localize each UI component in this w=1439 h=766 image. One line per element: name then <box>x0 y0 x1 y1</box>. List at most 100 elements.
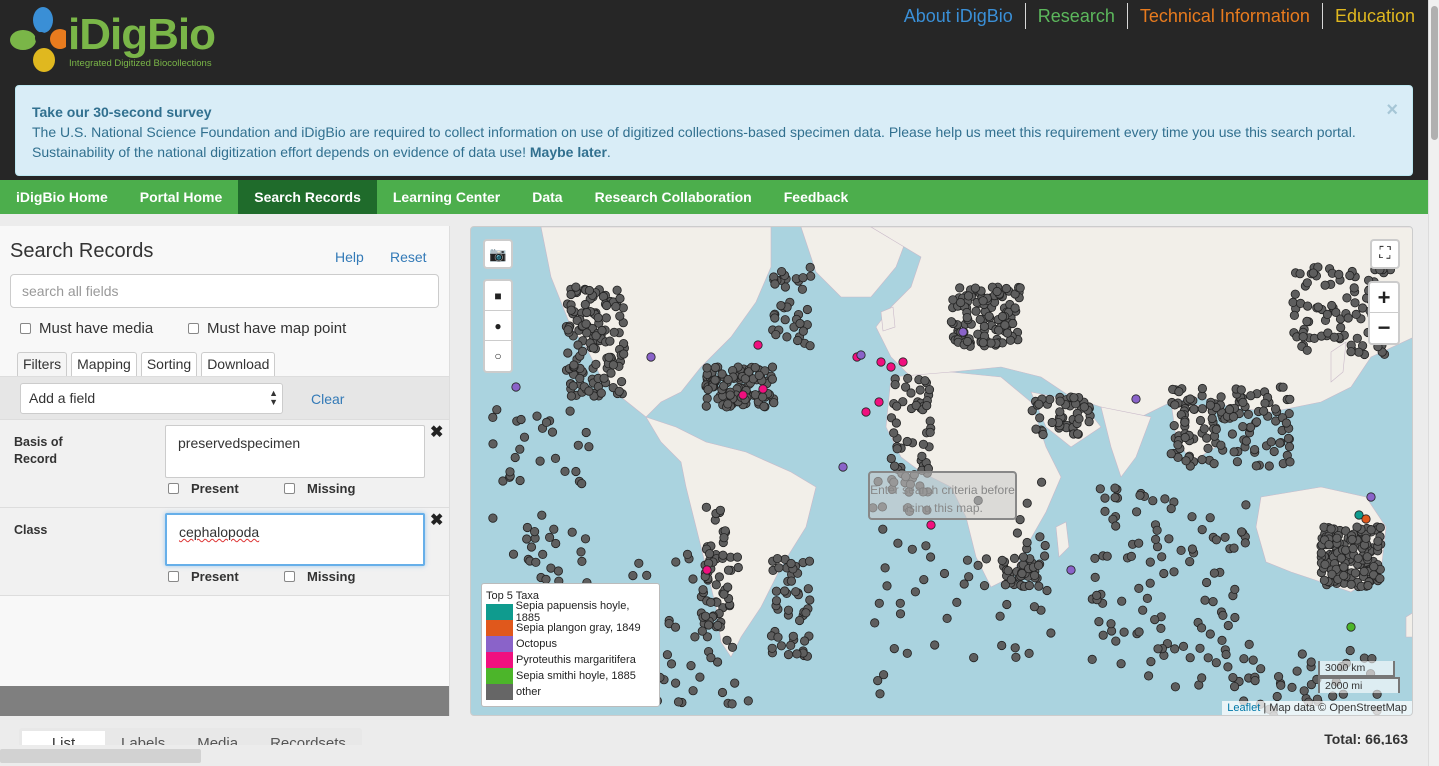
specimen-marker[interactable] <box>1245 422 1256 432</box>
specimen-marker[interactable] <box>605 336 615 346</box>
specimen-marker[interactable] <box>1131 507 1142 517</box>
specimen-marker[interactable] <box>794 615 805 626</box>
specimen-marker[interactable] <box>688 574 698 584</box>
specimen-marker[interactable] <box>903 373 913 383</box>
specimen-marker[interactable] <box>1248 655 1258 665</box>
specimen-marker[interactable] <box>771 330 781 340</box>
specimen-marker[interactable] <box>1241 500 1251 510</box>
checkbox-box[interactable] <box>284 571 295 582</box>
specimen-marker[interactable] <box>1111 521 1121 531</box>
nav-learning-center[interactable]: Learning Center <box>377 180 516 214</box>
tab-filters[interactable]: Filters <box>17 352 68 376</box>
specimen-marker[interactable] <box>705 549 715 559</box>
specimen-marker[interactable] <box>1273 671 1284 682</box>
specimen-marker[interactable] <box>584 386 594 396</box>
specimen-marker[interactable] <box>1084 417 1094 427</box>
specimen-marker[interactable] <box>1220 532 1230 542</box>
specimen-marker[interactable] <box>1092 590 1102 600</box>
specimen-marker[interactable] <box>973 560 983 570</box>
specimen-marker[interactable] <box>1236 385 1246 395</box>
specimen-marker[interactable] <box>805 341 815 351</box>
specimen-marker[interactable] <box>979 321 990 332</box>
specimen-marker-highlight[interactable] <box>738 390 748 400</box>
specimen-marker[interactable] <box>759 401 769 411</box>
add-field-select[interactable]: Add a field ▲ ▼ <box>20 383 283 414</box>
specimen-marker[interactable] <box>783 605 794 615</box>
specimen-marker[interactable] <box>569 360 579 370</box>
specimen-marker[interactable] <box>963 291 974 301</box>
specimen-marker[interactable] <box>1110 483 1120 493</box>
specimen-marker[interactable] <box>995 611 1005 621</box>
specimen-marker[interactable] <box>1207 413 1217 424</box>
specimen-marker[interactable] <box>1350 298 1360 308</box>
specimen-marker[interactable] <box>1269 446 1279 457</box>
specimen-marker[interactable] <box>1152 525 1162 535</box>
specimen-marker[interactable] <box>1156 623 1166 633</box>
zoom-in-button[interactable]: + <box>1370 283 1398 313</box>
specimen-marker[interactable] <box>1205 400 1216 410</box>
specimen-marker[interactable] <box>780 315 790 325</box>
specimen-marker[interactable] <box>1353 553 1363 563</box>
specimen-marker[interactable] <box>1134 583 1144 593</box>
specimen-marker-highlight[interactable] <box>874 397 884 407</box>
filter-value-textarea[interactable]: preservedspecimen <box>165 425 425 478</box>
specimen-marker[interactable] <box>606 368 616 378</box>
specimen-marker[interactable] <box>1340 545 1351 555</box>
missing-checkbox[interactable]: Missing <box>284 481 355 496</box>
specimen-marker[interactable] <box>510 452 520 463</box>
specimen-marker[interactable] <box>1339 562 1349 572</box>
checkbox-box[interactable] <box>168 483 179 494</box>
specimen-marker[interactable] <box>706 653 716 663</box>
specimen-marker[interactable] <box>566 391 577 401</box>
specimen-marker[interactable] <box>596 388 606 398</box>
specimen-marker[interactable] <box>925 427 935 437</box>
scrollbar-thumb[interactable] <box>1431 6 1438 140</box>
specimen-marker[interactable] <box>717 687 728 698</box>
specimen-marker[interactable] <box>1256 664 1266 674</box>
specimen-marker[interactable] <box>1169 567 1179 577</box>
specimen-marker[interactable] <box>1240 538 1250 548</box>
specimen-marker[interactable] <box>1185 556 1195 567</box>
specimen-marker[interactable] <box>1098 630 1108 640</box>
specimen-marker[interactable] <box>772 553 782 564</box>
specimen-marker[interactable] <box>907 544 917 554</box>
specimen-marker[interactable] <box>767 643 777 653</box>
checkbox-box[interactable] <box>188 323 199 334</box>
specimen-marker[interactable] <box>1339 570 1349 581</box>
specimen-marker[interactable] <box>1284 442 1295 452</box>
specimen-marker[interactable] <box>580 299 590 310</box>
specimen-marker[interactable] <box>549 524 559 534</box>
specimen-marker[interactable] <box>1320 280 1330 290</box>
specimen-marker[interactable] <box>1249 445 1260 455</box>
specimen-marker[interactable] <box>1352 333 1362 343</box>
specimen-marker[interactable] <box>611 302 621 312</box>
specimen-marker[interactable] <box>615 293 625 304</box>
specimen-marker[interactable] <box>710 375 720 385</box>
specimen-marker[interactable] <box>1197 455 1207 465</box>
specimen-marker[interactable] <box>582 307 592 318</box>
specimen-marker[interactable] <box>1015 283 1025 293</box>
specimen-marker-highlight[interactable] <box>926 520 936 530</box>
specimen-marker[interactable] <box>776 266 787 277</box>
specimen-marker[interactable] <box>577 479 587 489</box>
specimen-marker[interactable] <box>1166 503 1176 514</box>
missing-checkbox[interactable]: Missing <box>284 569 355 584</box>
specimen-marker[interactable] <box>608 360 618 370</box>
specimen-marker[interactable] <box>1342 293 1352 303</box>
must-have-media-checkbox[interactable]: Must have media <box>20 320 153 337</box>
specimen-marker[interactable] <box>870 618 880 628</box>
specimen-marker[interactable] <box>1227 429 1238 439</box>
specimen-marker[interactable] <box>891 418 901 428</box>
specimen-marker[interactable] <box>1010 643 1020 653</box>
specimen-marker[interactable] <box>970 283 980 293</box>
specimen-marker[interactable] <box>715 505 725 515</box>
specimen-marker[interactable] <box>1185 394 1195 404</box>
specimen-marker[interactable] <box>1266 437 1276 447</box>
specimen-marker[interactable] <box>578 346 588 357</box>
specimen-marker[interactable] <box>1332 533 1342 543</box>
nav-portal-home[interactable]: Portal Home <box>124 180 238 214</box>
specimen-marker[interactable] <box>754 370 764 380</box>
specimen-marker[interactable] <box>591 359 601 369</box>
specimen-marker[interactable] <box>1201 577 1212 588</box>
specimen-marker-highlight[interactable] <box>1361 514 1371 524</box>
